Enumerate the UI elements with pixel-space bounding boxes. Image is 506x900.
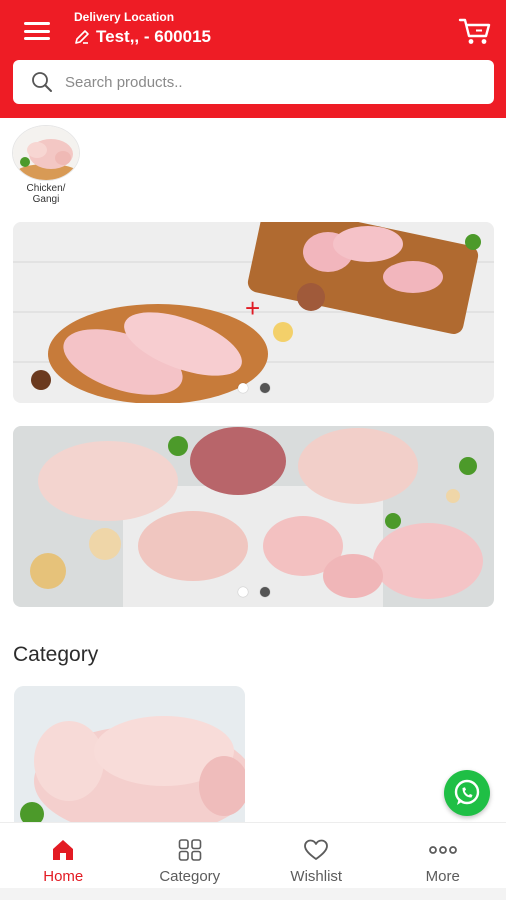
whatsapp-button[interactable]: [444, 770, 490, 816]
menu-icon[interactable]: [22, 18, 52, 44]
category-chip-label: Chicken/ Gangi: [26, 183, 66, 205]
carousel-dot[interactable]: [259, 383, 270, 393]
search-icon: [32, 72, 52, 92]
promo-banner[interactable]: [13, 426, 494, 607]
category-card[interactable]: [14, 686, 245, 822]
nav-home[interactable]: Home: [0, 823, 127, 888]
banner-image: [13, 426, 494, 607]
home-icon: [53, 840, 74, 860]
system-navigation-bar: [0, 888, 506, 900]
carousel-dot[interactable]: [259, 587, 270, 597]
nav-wishlist-label: Wishlist: [290, 868, 343, 885]
delivery-location-text: Test,, - 600015: [96, 27, 211, 46]
nav-more[interactable]: More: [380, 823, 506, 888]
delivery-location-label: Delivery Location: [74, 10, 175, 24]
svg-text:+: +: [245, 293, 260, 323]
carousel-dots: [13, 587, 494, 597]
banner-image: +: [13, 222, 494, 403]
search-input[interactable]: Search products..: [65, 74, 183, 91]
promo-banner[interactable]: +: [13, 222, 494, 403]
carousel-dots: [13, 383, 494, 393]
nav-wishlist[interactable]: Wishlist: [253, 823, 380, 888]
carousel-dot[interactable]: [237, 587, 248, 597]
more-icon: [428, 846, 457, 854]
nav-category[interactable]: Category: [127, 823, 254, 888]
nav-more-label: More: [425, 868, 460, 885]
edit-icon: [75, 30, 89, 44]
category-chip-chicken[interactable]: Chicken/ Gangi: [12, 125, 80, 205]
nav-category-label: Category: [159, 868, 221, 885]
whatsapp-icon: [454, 779, 480, 805]
app-header: Delivery Location Test,, - 600015 Search…: [0, 0, 506, 118]
category-card-image: [14, 686, 245, 822]
heart-icon: [304, 839, 329, 860]
nav-home-label: Home: [43, 868, 84, 885]
search-bar[interactable]: Search products..: [13, 60, 494, 104]
bottom-navigation: Home Category Wishlist More: [0, 822, 506, 888]
category-section-title: Category: [13, 643, 99, 666]
delivery-location-selector[interactable]: Test,, - 600015: [74, 27, 211, 47]
chicken-thumbnail: [12, 125, 80, 181]
grid-icon: [178, 839, 202, 861]
cart-icon[interactable]: [458, 16, 492, 46]
carousel-dot[interactable]: [237, 383, 248, 393]
